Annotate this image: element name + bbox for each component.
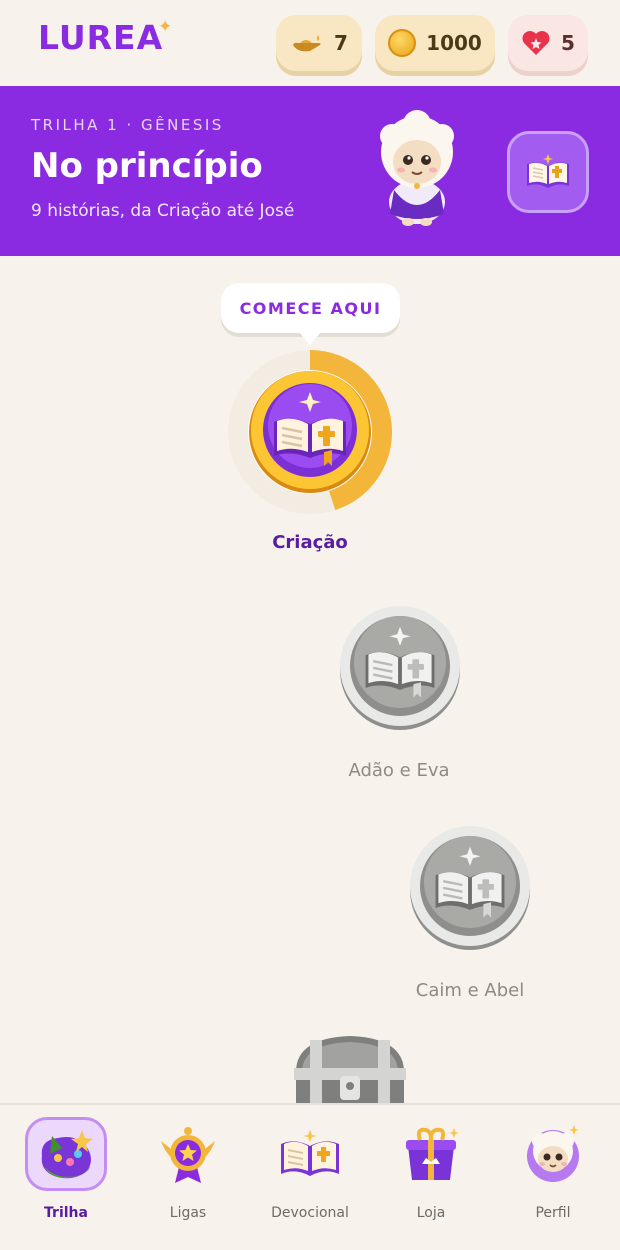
- nav-tab-loja[interactable]: Loja: [376, 1117, 486, 1227]
- devotional-book-icon: [269, 1117, 351, 1191]
- nav-tab-perfil[interactable]: Perfil: [498, 1117, 608, 1227]
- lives-counter[interactable]: 5: [508, 15, 588, 71]
- lamp-count: 7: [334, 31, 348, 55]
- lamb-mascot-icon: [380, 110, 454, 226]
- nav-label-trilha: Trilha: [44, 1205, 88, 1221]
- nav-label-perfil: Perfil: [535, 1205, 571, 1221]
- lesson-label-criacao: Criação: [272, 532, 348, 553]
- open-bible-icon: [527, 154, 569, 188]
- trail-map-icon: [25, 1117, 107, 1191]
- treasure-chest[interactable]: [290, 1032, 410, 1104]
- nav-tab-ligas[interactable]: Ligas: [133, 1117, 243, 1227]
- treasure-chest-icon: [294, 1036, 406, 1104]
- nav-tab-devocional[interactable]: Devocional: [255, 1117, 365, 1227]
- lamp-counter[interactable]: 7: [276, 15, 362, 71]
- track-kicker: TRILHA 1 · GÊNESIS: [31, 116, 224, 134]
- coin-counter[interactable]: 1000: [375, 15, 495, 71]
- logo-sparkle-icon: ✦: [158, 17, 173, 37]
- open-bible-icon: [365, 626, 435, 698]
- nav-label-ligas: Ligas: [169, 1205, 207, 1221]
- lesson-node-criacao[interactable]: [228, 350, 392, 514]
- open-bible-icon: [435, 846, 505, 918]
- nav-tab-trilha[interactable]: Trilha: [11, 1117, 121, 1227]
- lesson-label-caim-abel: Caim e Abel: [415, 980, 525, 1001]
- lesson-node-caim-abel[interactable]: [408, 824, 532, 950]
- track-banner: TRILHA 1 · GÊNESIS No princípio 9 histór…: [0, 86, 620, 256]
- profile-avatar-icon: [512, 1117, 594, 1191]
- lesson-node-adao-eva[interactable]: [338, 604, 462, 730]
- nav-label-loja: Loja: [416, 1205, 446, 1221]
- coin-count: 1000: [426, 31, 482, 55]
- bottom-nav: Trilha Ligas Devocional Loja Perfil: [0, 1103, 620, 1250]
- track-guide-button[interactable]: [507, 131, 589, 213]
- open-bible-icon: [274, 392, 346, 466]
- top-bar: LUREA ✦ 7 1000 5: [0, 0, 620, 86]
- shop-gift-icon: [390, 1117, 472, 1191]
- heart-icon: [522, 31, 550, 55]
- lesson-label-adao-eva: Adão e Eva: [348, 760, 450, 781]
- league-medal-icon: [147, 1117, 229, 1191]
- nav-label-devocional: Devocional: [271, 1205, 349, 1221]
- coin-icon: [388, 29, 417, 57]
- track-title: No princípio: [31, 146, 263, 186]
- oil-lamp-icon: [293, 35, 321, 52]
- app-logo: LUREA: [38, 18, 164, 57]
- track-subtitle: 9 histórias, da Criação até José: [31, 201, 295, 221]
- lives-count: 5: [561, 31, 575, 55]
- start-here-tooltip: COMECE AQUI: [221, 283, 400, 345]
